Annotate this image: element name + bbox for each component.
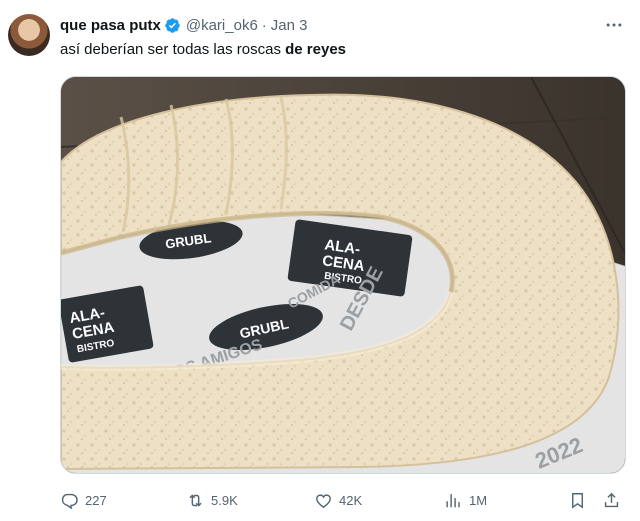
retweet-icon (189, 493, 202, 507)
reply-button[interactable]: 227 (60, 486, 107, 514)
more-button[interactable] (602, 14, 626, 36)
views-button[interactable]: 1M (444, 486, 487, 514)
like-icon (316, 493, 331, 508)
views-icon (446, 493, 460, 507)
views-count: 1M (469, 492, 488, 508)
tweet-text-normal: así deberían ser todas las roscas (60, 41, 286, 58)
avatar[interactable] (8, 14, 50, 56)
tweet-date[interactable]: Jan 3 (271, 17, 308, 34)
tweet-text: así deberían ser todas las roscas de rey… (60, 40, 346, 60)
like-count: 42K (339, 492, 363, 508)
share-button[interactable] (602, 486, 621, 514)
like-button[interactable]: 42K (314, 486, 362, 514)
verified-icon (165, 17, 180, 33)
tweet-header: que pasa putx @kari_ok6 · Jan 3 (60, 14, 308, 36)
tweet-text-bold: de reyes (285, 41, 347, 58)
bookmark-icon (572, 492, 583, 509)
more-icon (606, 23, 622, 27)
retweet-count: 5.9K (211, 492, 238, 508)
bookmark-button[interactable] (568, 486, 587, 514)
action-bar: 227 5.9K 42K 1M (60, 486, 626, 514)
display-name[interactable]: que pasa putx (60, 17, 161, 34)
tweet[interactable]: que pasa putx @kari_ok6 · Jan 3 así debe… (0, 0, 640, 521)
reply-count: 227 (85, 492, 107, 508)
retweet-button[interactable]: 5.9K (186, 486, 238, 514)
separator: · (261, 16, 267, 34)
reply-icon (61, 493, 78, 509)
share-icon (604, 492, 619, 507)
tweet-photo[interactable]: ALA- CENA BISTRO ALA- CENA BISTRO GRUBL … (60, 76, 626, 474)
handle[interactable]: @kari_ok6 (186, 17, 258, 34)
rosca-photo: ALA- CENA BISTRO ALA- CENA BISTRO GRUBL … (61, 77, 625, 473)
